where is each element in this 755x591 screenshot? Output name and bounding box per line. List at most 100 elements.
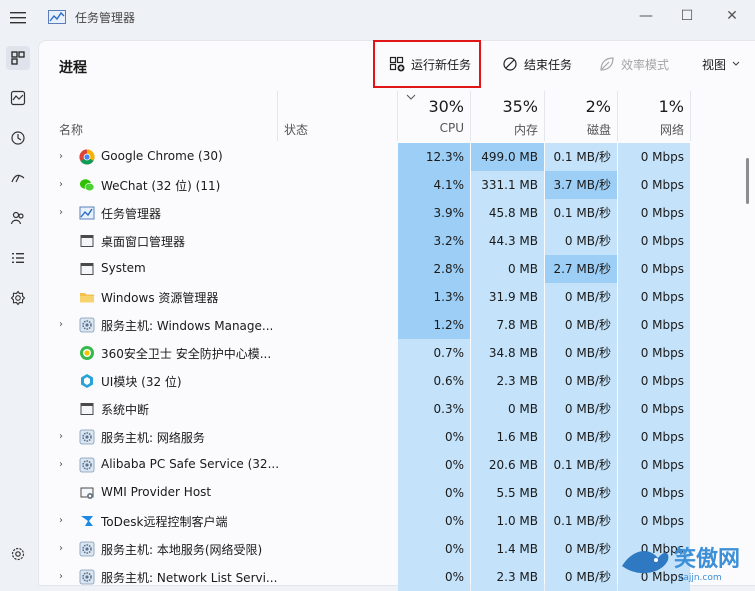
cpu-cell: 3.2%	[398, 227, 470, 255]
gear-icon	[79, 317, 95, 333]
memory-cell: 0 MB	[471, 255, 544, 283]
hamburger-menu-icon[interactable]	[7, 8, 29, 28]
header-cpu[interactable]: 30% CPU	[398, 91, 470, 141]
watermark-logo: 笑傲网 xajjn.com	[622, 546, 740, 583]
processes-nav-icon[interactable]	[6, 46, 30, 70]
header-disk[interactable]: 2% 磁盘	[545, 91, 617, 141]
process-row[interactable]: › 服务主机: Windows Manage... 1.2% 7.8 MB 0 MB/秒…	[39, 311, 739, 339]
folder-icon	[79, 289, 95, 305]
run-new-task-icon	[389, 56, 405, 72]
process-name: 服务主机: Network List Servi...	[101, 571, 278, 585]
end-task-icon	[503, 57, 517, 71]
expand-chevron-icon[interactable]: ›	[59, 179, 69, 191]
memory-cell: 7.8 MB	[471, 311, 544, 339]
memory-cell: 1.6 MB	[471, 423, 544, 451]
end-task-button[interactable]: 结束任务	[502, 47, 572, 81]
disk-cell: 0.1 MB/秒	[545, 451, 617, 479]
run-new-task-button[interactable]: 运行新任务	[389, 47, 471, 81]
header-cpu-pct: 30%	[428, 97, 464, 116]
efficiency-mode-button[interactable]: 效率模式	[599, 47, 669, 81]
disk-cell: 0 MB/秒	[545, 395, 617, 423]
disk-cell: 0 MB/秒	[545, 311, 617, 339]
header-disk-pct: 2%	[585, 97, 611, 116]
disk-cell: 0 MB/秒	[545, 283, 617, 311]
process-row[interactable]: 系统中断 0.3% 0 MB 0 MB/秒 0 Mbps	[39, 395, 739, 423]
vertical-scrollbar[interactable]	[746, 158, 749, 204]
gear-icon	[79, 429, 95, 445]
disk-cell: 0 MB/秒	[545, 367, 617, 395]
disk-cell: 0 MB/秒	[545, 227, 617, 255]
header-memory[interactable]: 35% 内存	[471, 91, 544, 141]
ui-icon	[79, 373, 95, 389]
header-network-label: 网络	[659, 123, 684, 137]
close-button[interactable]: ✕	[722, 6, 742, 26]
task-manager-app-icon	[48, 10, 66, 24]
taskmgr-icon	[79, 205, 95, 221]
process-name: Alibaba PC Safe Service (32...	[101, 457, 280, 471]
expand-chevron-icon[interactable]: ›	[59, 431, 69, 443]
process-row[interactable]: › 服务主机: 网络服务 0% 1.6 MB 0 MB/秒 0 Mbps	[39, 423, 739, 451]
expand-chevron-icon[interactable]: ›	[59, 543, 69, 555]
memory-cell: 34.8 MB	[471, 339, 544, 367]
disk-cell: 0 MB/秒	[545, 479, 617, 507]
wmi-icon	[79, 485, 95, 501]
network-cell: 0 Mbps	[618, 227, 690, 255]
app-history-nav-icon[interactable]	[6, 126, 30, 150]
process-row[interactable]: System 2.8% 0 MB 2.7 MB/秒 0 Mbps	[39, 255, 739, 283]
process-row[interactable]: › ToDesk远程控制客户端 0% 1.0 MB 0.1 MB/秒 0 Mbps	[39, 507, 739, 535]
efficiency-mode-label: 效率模式	[621, 57, 670, 72]
watermark-text: 笑傲网	[674, 546, 740, 572]
startup-nav-icon[interactable]	[6, 166, 30, 190]
process-row[interactable]: UI模块 (32 位) 0.6% 2.3 MB 0 MB/秒 0 Mbps	[39, 367, 739, 395]
process-row[interactable]: › Alibaba PC Safe Service (32... 0% 20.6 MB…	[39, 451, 739, 479]
header-status-label: 状态	[284, 123, 309, 137]
maximize-button[interactable]: ☐	[677, 6, 697, 26]
process-row[interactable]: Windows 资源管理器 1.3% 31.9 MB 0 MB/秒 0 Mbps	[39, 283, 739, 311]
memory-cell: 31.9 MB	[471, 283, 544, 311]
process-row[interactable]: WMI Provider Host 0% 5.5 MB 0 MB/秒 0 Mbps	[39, 479, 739, 507]
sort-chevron-icon	[406, 94, 416, 100]
process-name: Windows 资源管理器	[101, 291, 219, 305]
watermark-sub: xajjn.com	[678, 573, 722, 583]
process-name: 360安全卫士 安全防护中心模...	[101, 347, 272, 361]
process-row[interactable]: 360安全卫士 安全防护中心模... 0.7% 34.8 MB 0 MB/秒 0 Mbp…	[39, 339, 739, 367]
expand-chevron-icon[interactable]: ›	[59, 319, 69, 331]
memory-cell: 1.0 MB	[471, 507, 544, 535]
header-status[interactable]: 状态	[278, 91, 397, 141]
settings-nav-icon[interactable]	[6, 542, 30, 566]
leaf-icon	[600, 57, 614, 71]
process-row[interactable]: › Google Chrome (30) 12.3% 499.0 MB 0.1 MB/秒…	[39, 143, 739, 171]
chevron-down-icon	[732, 61, 740, 66]
process-row[interactable]: › 任务管理器 3.9% 45.8 MB 0.1 MB/秒 0 Mbps	[39, 199, 739, 227]
process-row[interactable]: 桌面窗口管理器 3.2% 44.3 MB 0 MB/秒 0 Mbps	[39, 227, 739, 255]
end-task-label: 结束任务	[524, 57, 573, 72]
network-cell: 0 Mbps	[618, 143, 690, 171]
disk-cell: 0.1 MB/秒	[545, 507, 617, 535]
cpu-cell: 2.8%	[398, 255, 470, 283]
minimize-button[interactable]: —	[636, 6, 656, 26]
header-network[interactable]: 1% 网络	[618, 91, 690, 141]
expand-chevron-icon[interactable]: ›	[59, 571, 69, 583]
process-name: 系统中断	[101, 403, 150, 417]
view-label: 视图	[702, 57, 727, 72]
header-name[interactable]: 名称	[39, 91, 277, 141]
services-nav-icon[interactable]	[6, 286, 30, 310]
memory-cell: 0 MB	[471, 395, 544, 423]
expand-chevron-icon[interactable]: ›	[59, 207, 69, 219]
process-name: WMI Provider Host	[101, 485, 212, 499]
network-cell: 0 Mbps	[618, 199, 690, 227]
expand-chevron-icon[interactable]: ›	[59, 515, 69, 527]
performance-nav-icon[interactable]	[6, 86, 30, 110]
network-cell: 0 Mbps	[618, 255, 690, 283]
view-button[interactable]: 视图	[702, 47, 740, 81]
network-cell: 0 Mbps	[618, 479, 690, 507]
details-nav-icon[interactable]	[6, 246, 30, 270]
expand-chevron-icon[interactable]: ›	[59, 151, 69, 163]
cpu-cell: 0%	[398, 507, 470, 535]
expand-chevron-icon[interactable]: ›	[59, 459, 69, 471]
run-new-task-label: 运行新任务	[411, 57, 472, 72]
disk-cell: 0 MB/秒	[545, 563, 617, 591]
users-nav-icon[interactable]	[6, 206, 30, 230]
header-name-label: 名称	[59, 123, 84, 137]
process-row[interactable]: › WeChat (32 位) (11) 4.1% 331.1 MB 3.7 MB/秒 0…	[39, 171, 739, 199]
